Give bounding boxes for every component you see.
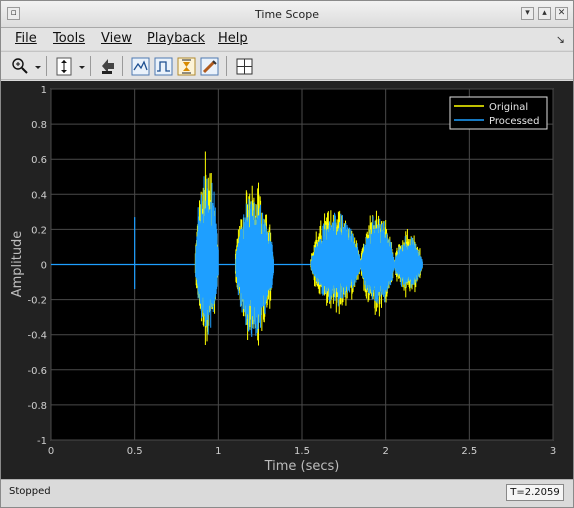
peak-finder-icon[interactable] — [198, 55, 219, 76]
y-tick-label: 0.2 — [31, 225, 47, 236]
y-tick-label: 0 — [41, 261, 47, 272]
y-tick-label: 0.6 — [31, 155, 47, 166]
step-forward-icon[interactable] — [97, 55, 118, 76]
trigger-icon[interactable] — [129, 55, 150, 76]
menu-view[interactable]: View — [101, 31, 132, 46]
x-tick-label: 3 — [550, 446, 556, 457]
simulation-time: T=2.2059 — [506, 484, 564, 501]
x-tick-label: 0.5 — [127, 446, 143, 457]
y-tick-label: 0.8 — [31, 120, 47, 131]
scope-plot: 1 0.8 0.6 0.4 0.2 0 -0.2 -0.4 -0.6 -0.8 -1 0 0.5 1 1.… — [10, 85, 556, 474]
zoom-icon[interactable] — [9, 55, 30, 76]
window-title: Time Scope — [255, 8, 319, 21]
cursor-measurement-icon[interactable] — [175, 55, 196, 76]
y-tick-labels: 1 0.8 0.6 0.4 0.2 0 -0.2 -0.4 -0.6 -0.8 -1 — [27, 85, 47, 447]
x-tick-label: 1 — [215, 446, 221, 457]
y-tick-label: -0.8 — [27, 401, 47, 412]
y-tick-label: -0.6 — [27, 366, 47, 377]
menu-tools[interactable]: Tools — [53, 31, 85, 46]
maximize-icon[interactable]: ▴ — [538, 7, 551, 20]
scale-dropdown-arrow-icon[interactable] — [75, 55, 87, 76]
status-text: Stopped — [9, 486, 51, 497]
close-icon[interactable]: ✕ — [555, 7, 568, 20]
toolbar-separator — [226, 56, 227, 76]
menu-help[interactable]: Help — [218, 31, 248, 46]
minimize-icon[interactable]: ▾ — [521, 7, 534, 20]
x-tick-label: 2 — [382, 446, 388, 457]
toolbar-separator — [46, 56, 47, 76]
status-bar: Stopped T=2.2059 — [1, 479, 573, 507]
legend-processed-label: Processed — [489, 116, 539, 127]
time-scope-window: ▫ Time Scope ▾ ▴ ✕ File Tools View Playb… — [0, 0, 574, 508]
measurement-icon[interactable] — [152, 55, 173, 76]
toolbar-separator — [122, 56, 123, 76]
x-tick-label: 2.5 — [461, 446, 477, 457]
y-tick-label: -0.2 — [27, 296, 47, 307]
y-tick-label: 0.4 — [31, 190, 47, 201]
menu-playback[interactable]: Playback — [147, 31, 205, 46]
title-bar[interactable]: ▫ Time Scope ▾ ▴ ✕ — [1, 1, 573, 28]
x-tick-labels: 0 0.5 1 1.5 2 2.5 3 — [48, 446, 556, 457]
y-axis-label: Amplitude — [10, 231, 25, 298]
legend[interactable]: Original Processed — [449, 96, 548, 130]
layout-icon[interactable] — [233, 55, 254, 76]
menu-bar: File Tools View Playback Help ↘ — [1, 28, 573, 50]
toolbar — [1, 51, 573, 80]
y-tick-label: -1 — [37, 436, 47, 447]
x-axis-label: Time (secs) — [264, 459, 340, 474]
menu-file[interactable]: File — [15, 31, 37, 46]
x-tick-label: 1.5 — [294, 446, 310, 457]
dock-arrow-icon[interactable]: ↘ — [556, 33, 565, 46]
scale-axes-icon[interactable] — [53, 55, 74, 76]
toolbar-separator — [90, 56, 91, 76]
y-tick-label: -0.4 — [27, 331, 47, 342]
legend-original-label: Original — [489, 102, 528, 113]
y-tick-label: 1 — [41, 85, 47, 96]
x-tick-label: 0 — [48, 446, 54, 457]
zoom-dropdown-arrow-icon[interactable] — [31, 55, 43, 76]
scope-display[interactable]: 1 0.8 0.6 0.4 0.2 0 -0.2 -0.4 -0.6 -0.8 -1 0 0.5 1 1.… — [1, 81, 573, 479]
